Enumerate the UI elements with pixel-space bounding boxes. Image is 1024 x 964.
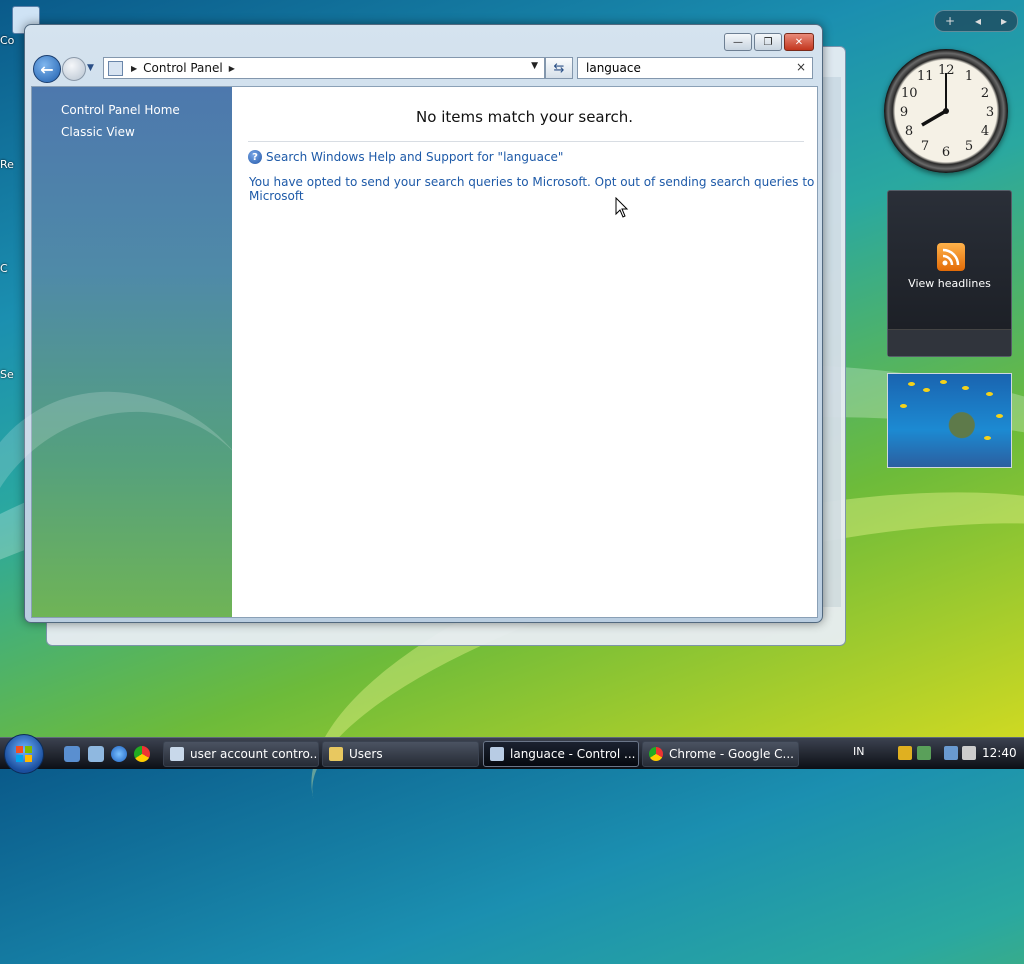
add-gadget-button[interactable]: +: [945, 14, 955, 28]
next-page-button[interactable]: ▸: [1001, 14, 1007, 28]
window-content: Control Panel Home Classic View No items…: [0, 86, 818, 774]
classic-view-link[interactable]: Classic View: [61, 125, 135, 139]
minimize-button[interactable]: —: [724, 33, 752, 51]
security-shield-icon[interactable]: [898, 746, 912, 760]
sidebar-gadget-controls: + ◂ ▸: [934, 10, 1018, 32]
breadcrumb-control-panel[interactable]: Control Panel: [143, 61, 223, 75]
mouse-cursor-icon: [615, 197, 629, 218]
control-panel-home-link[interactable]: Control Panel Home: [61, 103, 180, 117]
feed-footer: [888, 329, 1011, 356]
control-panel-window[interactable]: — ❐ ✕ ← ▼ ▶ Control Panel ▶ ▼ ⇆ × Contro…: [0, 24, 823, 774]
start-button[interactable]: [4, 734, 44, 774]
taskbar-item[interactable]: Chrome - Google C...: [642, 741, 799, 767]
back-button[interactable]: ←: [33, 55, 61, 83]
close-button[interactable]: ✕: [784, 33, 814, 51]
address-dropdown-icon[interactable]: ▼: [531, 61, 538, 71]
switch-windows-icon[interactable]: [88, 746, 104, 762]
fish-shape: [984, 436, 991, 440]
clock-gadget[interactable]: 12 1 2 3 4 5 6 7 8 9 10 11: [884, 49, 1008, 173]
chrome-icon: [649, 747, 663, 761]
taskbar-item[interactable]: user account contro...: [163, 741, 319, 767]
taskbar: user account contro... Users languace - …: [0, 734, 1024, 774]
search-input[interactable]: [584, 60, 788, 76]
windows-logo-icon: [16, 746, 32, 762]
address-bar[interactable]: ▶ Control Panel ▶ ▼: [103, 57, 545, 79]
feed-headlines-gadget[interactable]: View headlines: [887, 190, 1012, 357]
taskbar-item-active[interactable]: languace - Control ...: [483, 741, 639, 767]
navigation-bar: ← ▼ ▶ Control Panel ▶ ▼ ⇆ ×: [33, 55, 813, 83]
view-headlines-label[interactable]: View headlines: [888, 277, 1011, 290]
volume-muted-icon[interactable]: [962, 746, 976, 760]
slideshow-gadget[interactable]: [887, 373, 1012, 468]
document-icon: [170, 747, 184, 761]
clock-time[interactable]: 12:40: [982, 746, 1017, 760]
rss-feed-icon: [937, 243, 965, 271]
search-box[interactable]: ×: [577, 57, 813, 79]
task-pane: Control Panel Home Classic View: [0, 87, 340, 774]
taskbar-item-label: user account contro...: [190, 747, 319, 761]
no-results-message: No items match your search.: [416, 108, 633, 126]
clear-search-button[interactable]: ×: [796, 60, 806, 74]
fish-shape: [996, 414, 1003, 418]
taskbar-item[interactable]: Users: [322, 741, 479, 767]
background-window-pane: [823, 77, 841, 607]
fish-shape: [940, 380, 947, 384]
previous-page-button[interactable]: ◂: [975, 14, 981, 28]
opt-out-link[interactable]: You have opted to send your search queri…: [249, 175, 817, 203]
refresh-icon: ⇆: [553, 60, 565, 76]
desktop-icon-label: Co: [0, 34, 15, 47]
fish-shape: [986, 392, 993, 396]
recent-pages-dropdown[interactable]: ▼: [87, 63, 94, 73]
help-icon: ?: [248, 150, 262, 164]
fish-shape: [962, 386, 969, 390]
control-panel-icon: [490, 747, 504, 761]
results-pane: No items match your search. ? Search Win…: [232, 87, 817, 617]
desktop-icon-label: Se: [0, 368, 14, 381]
clock-hands: [921, 73, 949, 127]
fish-shape: [900, 404, 907, 408]
internet-explorer-icon[interactable]: [111, 746, 127, 762]
fish-shape: [908, 382, 915, 386]
taskbar-item-label: Users: [349, 747, 383, 761]
desktop-icon-label: Re: [0, 158, 14, 171]
forward-button[interactable]: [62, 57, 86, 81]
taskbar-item-label: Chrome - Google C...: [669, 747, 794, 761]
show-desktop-icon[interactable]: [64, 746, 80, 762]
refresh-button[interactable]: ⇆: [545, 57, 573, 79]
desktop-icon-label: C: [0, 262, 8, 275]
chevron-right-icon[interactable]: ▶: [131, 64, 137, 73]
network-icon[interactable]: [944, 746, 958, 760]
help-search-row: ? Search Windows Help and Support for "l…: [248, 150, 563, 164]
taskbar-item-label: languace - Control ...: [510, 747, 636, 761]
windows-defender-icon[interactable]: [917, 746, 931, 760]
caption-buttons: — ❐ ✕: [724, 33, 814, 51]
control-panel-icon: [108, 60, 123, 76]
folder-icon: [329, 747, 343, 761]
chrome-icon[interactable]: [134, 746, 150, 762]
search-help-link[interactable]: Search Windows Help and Support for "lan…: [266, 150, 563, 164]
arrow-left-icon: ←: [40, 59, 54, 79]
maximize-button[interactable]: ❐: [754, 33, 782, 51]
chevron-right-icon[interactable]: ▶: [229, 64, 235, 73]
language-indicator[interactable]: IN: [853, 745, 864, 758]
divider: [248, 141, 804, 142]
fish-shape: [923, 388, 930, 392]
